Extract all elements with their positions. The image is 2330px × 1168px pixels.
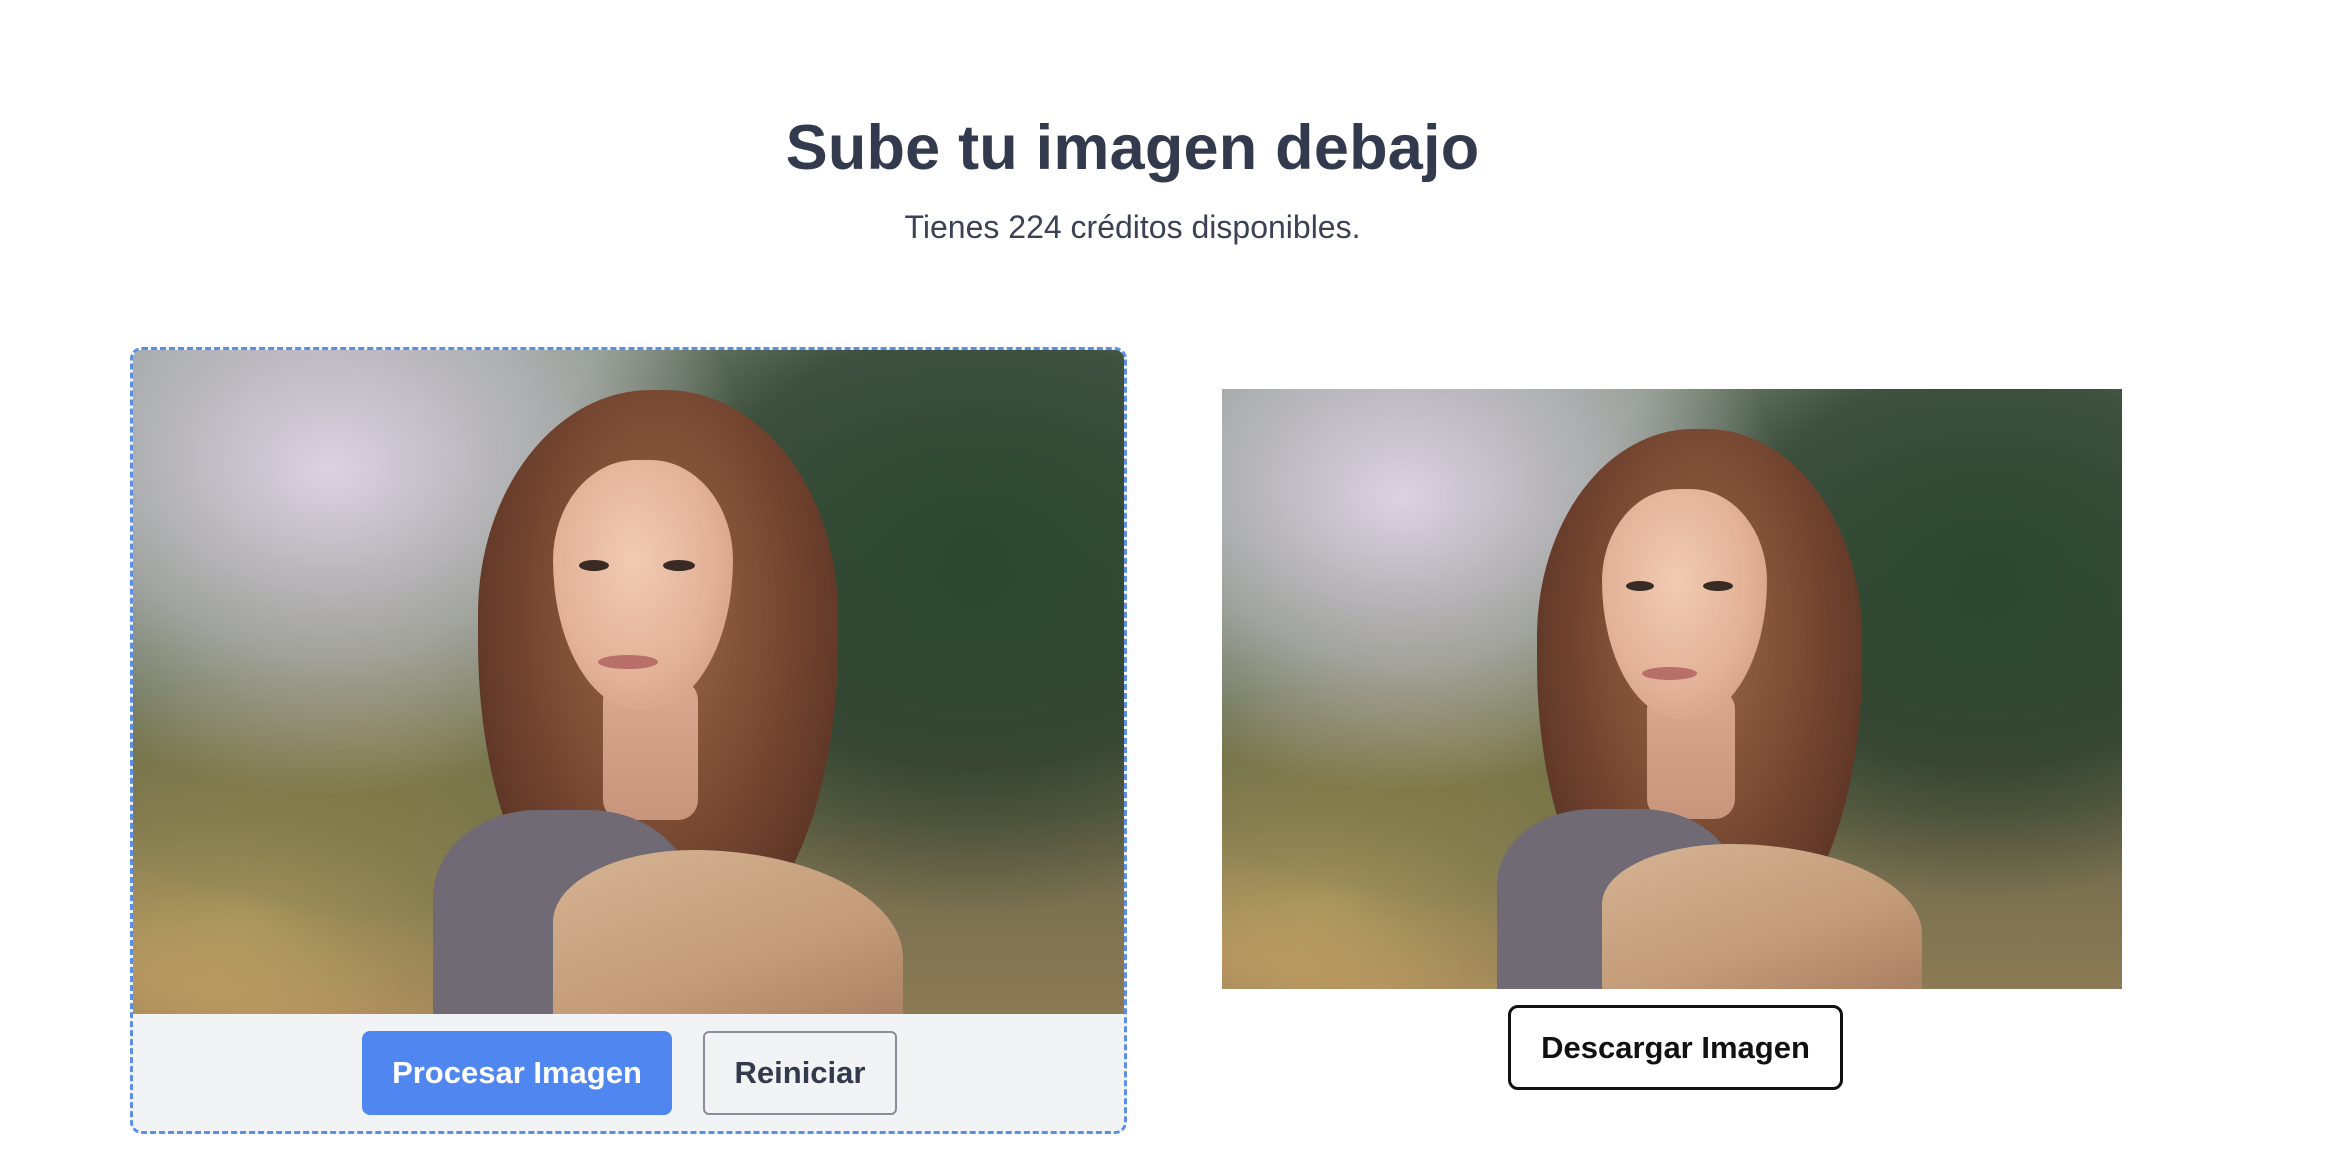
photo-eye-right xyxy=(663,560,695,571)
upload-dropzone[interactable]: Procesar Imagen Reiniciar xyxy=(130,347,1127,1134)
download-image-button[interactable]: Descargar Imagen xyxy=(1508,1005,1843,1090)
reset-button[interactable]: Reiniciar xyxy=(703,1031,897,1115)
process-image-button[interactable]: Procesar Imagen xyxy=(362,1031,672,1115)
photo-lips xyxy=(1642,667,1697,680)
upload-actions: Procesar Imagen Reiniciar xyxy=(133,1014,1124,1131)
photo-eye-left xyxy=(579,560,609,571)
page: Sube tu imagen debajo Tienes 224 crédito… xyxy=(0,0,2330,1168)
page-title: Sube tu imagen debajo xyxy=(785,113,1480,183)
credits-text: Tienes 224 créditos disponibles. xyxy=(904,209,1361,245)
photo-eye-right xyxy=(1703,581,1733,591)
photo-coat xyxy=(1602,844,1922,989)
original-image xyxy=(133,350,1124,1014)
photo-lips xyxy=(598,655,658,669)
photo-eye-left xyxy=(1626,581,1654,591)
processed-image xyxy=(1222,389,2122,989)
photo-coat xyxy=(553,850,903,1014)
